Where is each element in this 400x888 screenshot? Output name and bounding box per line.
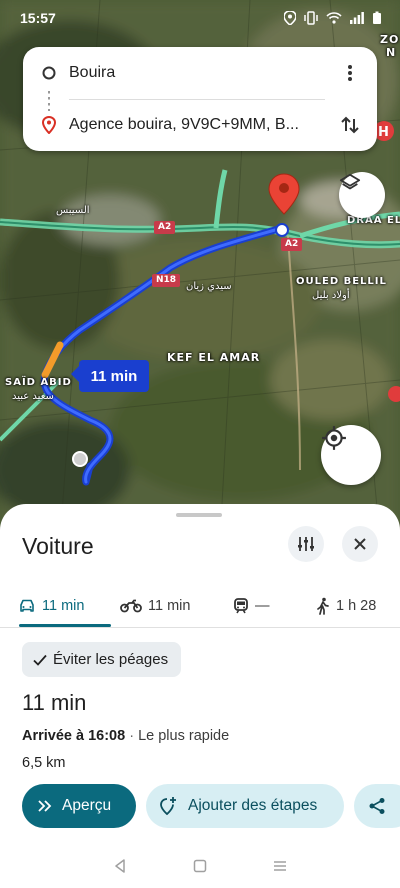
avoid-tolls-chip[interactable]: Éviter les péages <box>22 642 182 677</box>
tab-walk[interactable]: 1 h 28 <box>316 584 376 628</box>
route-distance: 6,5 km <box>22 755 66 771</box>
tab-transit-label: — <box>255 598 270 614</box>
inputs-divider <box>69 99 325 100</box>
layers-button[interactable] <box>339 172 385 218</box>
motorcycle-icon <box>120 599 142 613</box>
layers-icon <box>339 173 361 190</box>
tab-transit[interactable]: — <box>233 584 270 628</box>
avoid-tolls-label: Éviter les péages <box>53 651 169 668</box>
tab-walk-label: 1 h 28 <box>336 598 377 614</box>
arrival-time: Arrivée à 16:08 <box>22 728 126 744</box>
status-icons <box>284 11 382 25</box>
back-nav-icon[interactable] <box>113 859 127 873</box>
travel-mode-tabs: 11 min 11 min — 1 h 28 <box>0 584 400 628</box>
home-nav-icon[interactable] <box>193 859 207 873</box>
train-icon <box>234 598 248 614</box>
vibrate-icon <box>304 11 318 25</box>
location-status-icon <box>284 11 296 25</box>
map-label-arabic-left: السيبس <box>56 205 90 216</box>
status-time: 15:57 <box>20 10 56 26</box>
add-stops-label: Ajouter des étapes <box>188 797 318 814</box>
add-location-icon <box>160 797 176 816</box>
my-location-icon <box>322 426 346 450</box>
sheet-drag-handle[interactable] <box>176 513 222 517</box>
swap-icon[interactable] <box>337 112 363 138</box>
origin-input[interactable]: Bouira <box>69 64 337 82</box>
map-label-said-abid: SAÏD ABID <box>5 377 72 388</box>
route-options-button[interactable] <box>288 526 324 562</box>
active-tab-indicator <box>19 624 111 627</box>
map-label-ouled-bellil-arabic: أولاد بليل <box>312 290 350 301</box>
preview-label: Aperçu <box>62 797 112 814</box>
close-button[interactable] <box>342 526 378 562</box>
origin-row[interactable]: Bouira <box>23 53 377 93</box>
walk-icon <box>317 597 329 615</box>
map-label-top-right-2: N <box>386 46 397 59</box>
tab-motorcycle-label: 11 min <box>148 598 191 614</box>
route-duration: 11 min <box>22 690 87 715</box>
tab-car-label: 11 min <box>42 598 85 614</box>
destination-input[interactable]: Agence bouira, 9V9C+9MM, B... <box>69 116 337 134</box>
recents-nav-icon[interactable] <box>273 859 287 873</box>
route-note: Le plus rapide <box>138 728 230 744</box>
status-bar: 15:57 <box>0 0 400 36</box>
share-button[interactable] <box>354 784 400 828</box>
signal-icon <box>350 12 364 24</box>
road-shield-a2-right: A2 <box>281 238 303 251</box>
destination-row[interactable]: Agence bouira, 9V9C+9MM, B... <box>23 105 377 145</box>
double-chevron-icon <box>38 800 52 812</box>
map-label-said-abid-arabic: سعيد عبيد <box>12 391 54 402</box>
check-icon <box>33 654 47 666</box>
battery-icon <box>373 11 381 24</box>
tab-motorcycle[interactable]: 11 min <box>120 584 190 628</box>
sheet-title: Voiture <box>22 533 94 559</box>
car-icon <box>20 599 34 612</box>
map-label-ouled-bellil: OULED BELLIL <box>296 276 387 287</box>
share-icon <box>369 798 385 814</box>
map-label-kef-el-amar: KEF EL AMAR <box>167 351 261 364</box>
svg-text:H: H <box>378 125 389 140</box>
directions-card: Bouira Agence bouira, 9V9C+9MM, B... <box>23 47 377 151</box>
route-arrival-row: Arrivée à 16:08 · Le plus rapide <box>22 728 230 744</box>
close-icon <box>354 538 366 550</box>
road-shield-a2-left: A2 <box>154 221 176 234</box>
more-options-icon[interactable] <box>337 60 363 86</box>
system-navigation-bar <box>0 844 400 888</box>
wifi-icon <box>326 12 342 24</box>
road-shield-n18: N18 <box>152 274 181 287</box>
screen: H KEF EL AMAR OULED BELLIL أولاد بليل SA… <box>0 0 400 888</box>
origin-circle-icon <box>40 64 58 82</box>
directions-sheet: Voiture 11 min 11 min — 1 h 28 Éviter le… <box>0 504 400 888</box>
route-duration-chip[interactable]: 11 min <box>71 360 149 392</box>
map-label-arabic-mid: سيدي زيان <box>186 281 232 292</box>
tune-icon <box>298 537 314 551</box>
preview-button[interactable]: Aperçu <box>22 784 136 828</box>
my-location-button[interactable] <box>321 425 381 485</box>
add-stops-button[interactable]: Ajouter des étapes <box>146 784 344 828</box>
destination-pin-icon <box>40 116 58 134</box>
tab-car[interactable]: 11 min <box>18 584 84 628</box>
